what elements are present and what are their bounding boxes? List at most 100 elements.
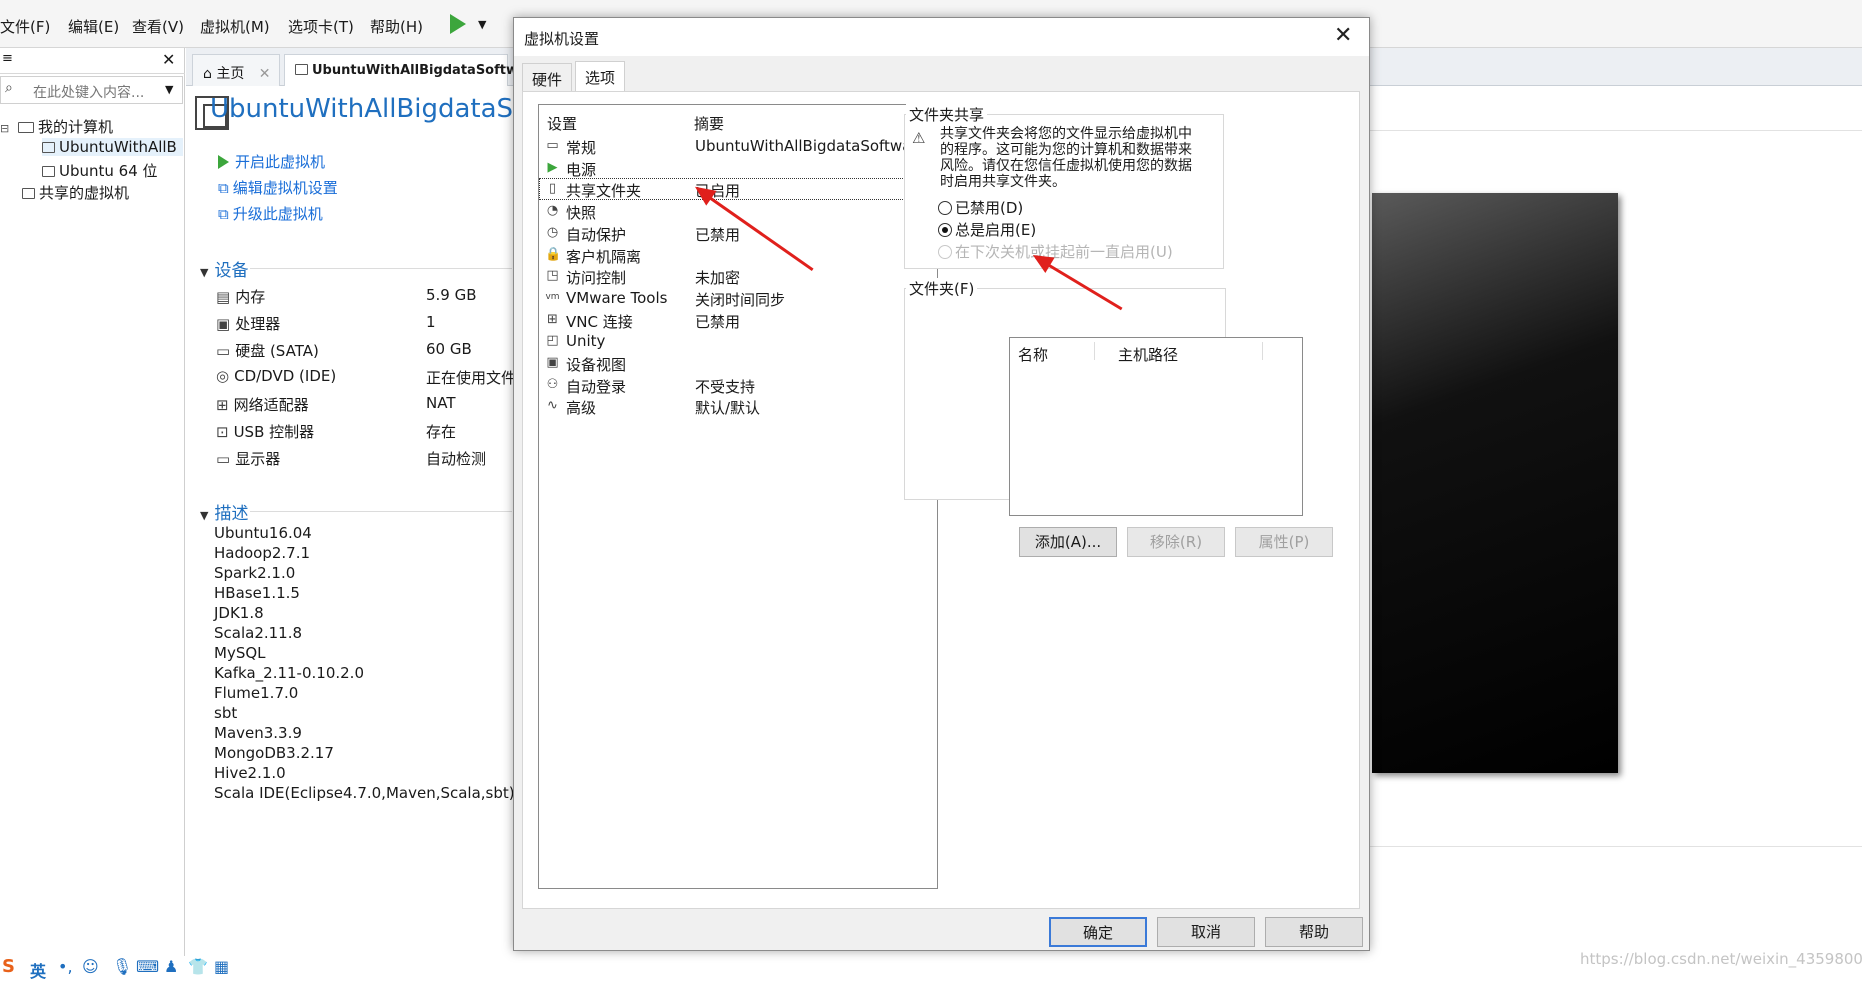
ime-language[interactable]: 英 — [30, 958, 46, 982]
close-icon[interactable]: ✕ — [1334, 23, 1352, 48]
ime-toolbar: S 英 •, ☺ 🎙 ⌨ ♟ 👕 ▦ — [0, 956, 250, 982]
settings-row[interactable]: ⊞ VNC 连接 已禁用 — [539, 309, 937, 331]
collapse-icon[interactable]: ⊟ — [0, 122, 9, 135]
device-row[interactable]: ▤ 内存 — [216, 286, 265, 307]
close-icon[interactable]: ✕ — [259, 66, 271, 82]
settings-row[interactable]: ∿ 高级 默认/默认 — [539, 395, 937, 417]
device-row[interactable]: ⊞ 网络适配器 — [216, 394, 309, 415]
settings-row[interactable]: ▭ 常规 UbuntuWithAllBigdataSoftware-XM... — [539, 135, 968, 157]
settings-list[interactable]: 设置 摘要 ▭ 常规 UbuntuWithAllBigdataSoftware-XM… — [538, 104, 969, 889]
settings-row[interactable]: ▣ 设备视图 — [539, 352, 937, 374]
tree-item-vm1[interactable]: UbuntuWithAllB — [42, 138, 183, 156]
user-icon[interactable]: ♟ — [164, 957, 178, 976]
dialog-titlebar: 虚拟机设置 ✕ — [514, 18, 1369, 56]
tab-options[interactable]: 选项 — [575, 61, 626, 92]
settings-row[interactable]: ▶ 电源 — [539, 157, 937, 179]
device-row[interactable]: ▭ 显示器 — [216, 448, 280, 469]
usb-icon: ⊡ — [216, 423, 229, 441]
settings-row[interactable]: 🔒 客户机隔离 — [539, 244, 937, 266]
warning-icon: ⚠ — [912, 129, 926, 147]
menu-help[interactable]: 帮助(H) — [370, 16, 423, 37]
settings-row[interactable]: ⚇ 自动登录 不受支持 — [539, 374, 937, 396]
settings-row[interactable]: ◳ 访问控制 未加密 — [539, 265, 937, 287]
section-divider — [250, 268, 512, 269]
setting-summary: 已禁用 — [695, 225, 741, 244]
help-button[interactable]: 帮助 — [1265, 917, 1363, 947]
collapse-icon[interactable]: ▼ — [200, 266, 208, 279]
menu-view[interactable]: 查看(V) — [132, 16, 184, 37]
power-dropdown-icon[interactable]: ▼ — [478, 18, 486, 31]
setting-summary: 默认/默认 — [695, 399, 761, 418]
remove-folder-button[interactable]: 移除(R) — [1127, 527, 1225, 557]
punctuation-icon[interactable]: •, — [58, 957, 73, 976]
search-input[interactable]: 在此处键入内容... — [33, 82, 144, 102]
keyboard-icon[interactable]: ⌨ — [136, 957, 159, 976]
access-control-icon: ◳ — [546, 268, 559, 284]
tree-item-my-computer[interactable]: ⊟ 我的计算机 — [0, 116, 113, 137]
menu-file[interactable]: 文件(F) — [0, 16, 50, 37]
menu-tabs[interactable]: 选项卡(T) — [288, 16, 354, 37]
shared-folder-icon: ▯ — [548, 181, 557, 197]
menu-edit[interactable]: 编辑(E) — [68, 16, 119, 37]
skin-icon[interactable]: 👕 — [188, 957, 208, 976]
microphone-icon[interactable]: 🎙 — [112, 957, 132, 976]
settings-row[interactable]: ◷ 自动保护 已禁用 — [539, 222, 937, 244]
upgrade-vm-link[interactable]: ⧉ 升级此虚拟机 — [218, 203, 323, 224]
toolbox-icon[interactable]: ▦ — [214, 957, 229, 976]
power-on-button[interactable] — [450, 14, 472, 36]
tree-label: UbuntuWithAllB — [59, 138, 177, 156]
device-value: 5.9 GB — [426, 286, 477, 304]
cancel-button[interactable]: 取消 — [1157, 917, 1255, 947]
collapse-icon[interactable]: ▼ — [200, 509, 208, 522]
edit-icon: ⧉ — [218, 179, 229, 197]
radio-label: 已禁用(D) — [955, 199, 1024, 217]
start-vm-link[interactable]: 开启此虚拟机 — [218, 151, 325, 172]
edit-vm-link[interactable]: ⧉ 编辑虚拟机设置 — [218, 177, 338, 198]
ok-button[interactable]: 确定 — [1049, 917, 1147, 947]
close-icon[interactable]: ✕ — [162, 50, 175, 69]
link-label: 开启此虚拟机 — [235, 153, 326, 171]
tab-home[interactable]: ⌂ 主页 ✕ — [192, 54, 280, 86]
settings-row[interactable]: ▯ 共享文件夹 已启用 — [539, 178, 937, 201]
vmware-tools-icon: vm — [545, 291, 560, 302]
device-name: 网络适配器 — [233, 396, 309, 414]
description-section-header[interactable]: ▼ 描述 — [200, 499, 248, 524]
add-folder-button[interactable]: 添加(A)... — [1019, 527, 1117, 557]
device-value: 1 — [426, 313, 436, 331]
settings-row[interactable]: ◰ Unity — [539, 330, 937, 352]
settings-row[interactable]: vm VMware Tools 关闭时间同步 — [539, 287, 937, 309]
chevron-down-icon[interactable]: ▼ — [165, 83, 173, 96]
tree-item-vm2[interactable]: Ubuntu 64 位 — [42, 160, 158, 181]
device-row[interactable]: ⊡ USB 控制器 — [216, 421, 314, 442]
description-line: JDK1.8 — [214, 604, 264, 622]
device-row[interactable]: ▣ 处理器 — [216, 313, 280, 334]
description-line: Kafka_2.11-0.10.2.0 — [214, 664, 364, 682]
library-menu-icon[interactable]: ≡ — [2, 51, 13, 66]
radio-disabled[interactable]: 已禁用(D) — [938, 197, 1023, 218]
shared-vm-icon — [22, 188, 35, 199]
setting-name: 共享文件夹 — [566, 182, 642, 201]
device-row[interactable]: ◎ CD/DVD (IDE) — [216, 367, 336, 385]
link-label: 编辑虚拟机设置 — [232, 179, 338, 197]
play-icon — [450, 14, 466, 34]
library-search[interactable]: ⌕ 在此处键入内容... ▼ — [0, 76, 183, 104]
folders-table[interactable]: 名称 主机路径 — [1009, 337, 1303, 516]
emoji-icon[interactable]: ☺ — [82, 957, 99, 976]
setting-name: 自动登录 — [566, 377, 627, 396]
tree-item-shared[interactable]: 共享的虚拟机 — [22, 182, 129, 203]
setting-summary: 未加密 — [695, 269, 741, 288]
play-icon — [218, 155, 229, 169]
page-title: UbuntuWithAllBigdataS — [210, 94, 514, 124]
section-title: 设备 — [214, 261, 249, 281]
radio-always-enabled[interactable]: 总是启用(E) — [938, 219, 1036, 240]
divider — [1370, 846, 1862, 847]
menu-vm[interactable]: 虚拟机(M) — [200, 16, 270, 37]
vm-screen-preview[interactable] — [1372, 193, 1618, 773]
folder-properties-button[interactable]: 属性(P) — [1235, 527, 1333, 557]
device-row[interactable]: ▭ 硬盘 (SATA) — [216, 340, 319, 361]
warning-line: 共享文件夹会将您的文件显示给虚拟机中 — [940, 126, 1192, 142]
tab-vm[interactable]: UbuntuWithAllBigdataSoftw... — [284, 54, 532, 86]
tab-hardware[interactable]: 硬件 — [522, 63, 573, 91]
devices-section-header[interactable]: ▼ 设备 — [200, 256, 248, 281]
radio-until-poweroff[interactable]: 在下次关机或挂起前一直启用(U) — [938, 241, 1173, 262]
